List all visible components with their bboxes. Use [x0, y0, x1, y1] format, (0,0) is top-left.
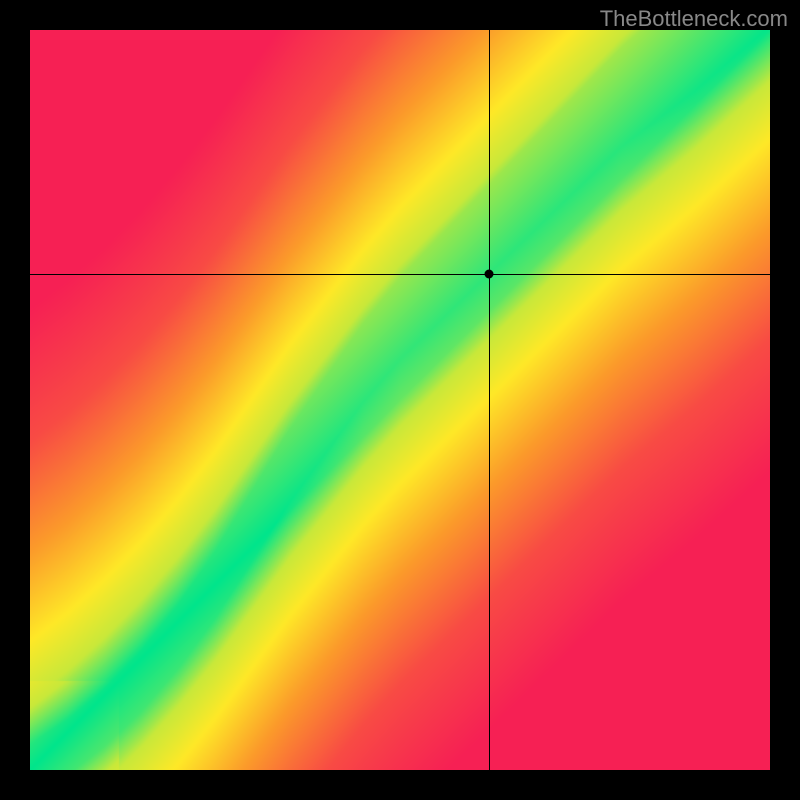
heatmap-canvas [30, 30, 770, 770]
crosshair-vertical [489, 30, 490, 770]
heatmap-chart [30, 30, 770, 770]
crosshair-horizontal [30, 274, 770, 275]
data-marker [484, 270, 493, 279]
watermark-text: TheBottleneck.com [600, 6, 788, 32]
